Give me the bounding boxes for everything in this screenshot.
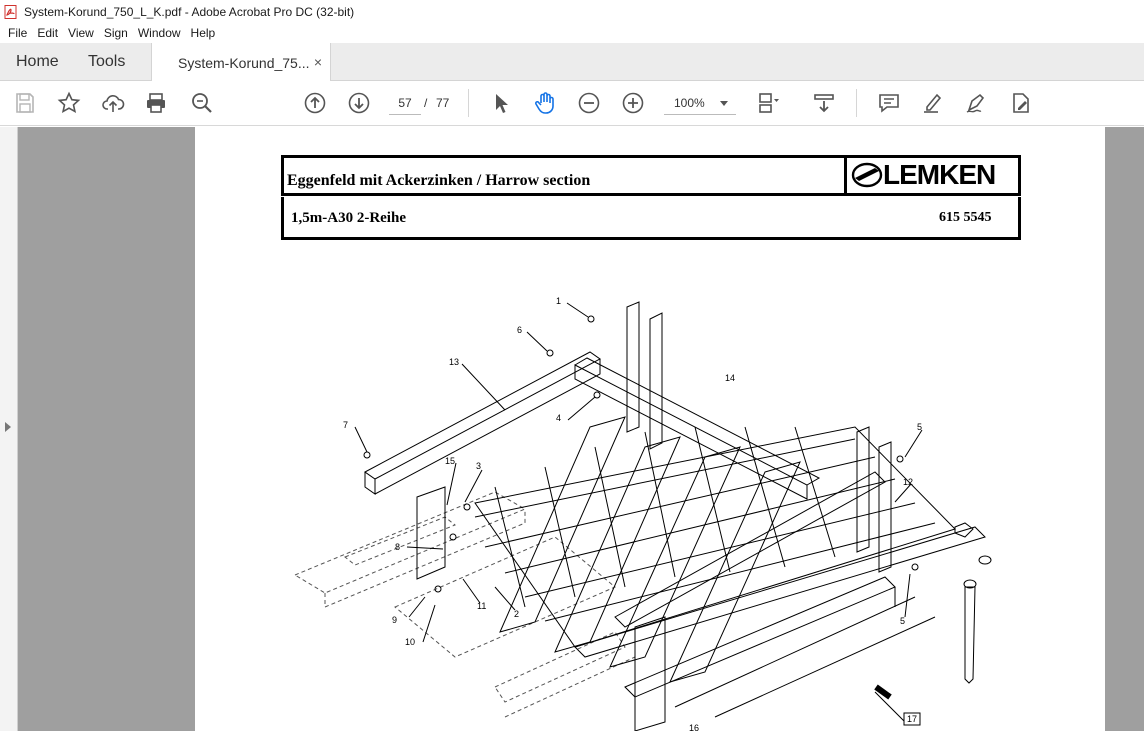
- comment-icon[interactable]: [877, 91, 901, 115]
- toolbar-divider: [856, 89, 857, 117]
- page-total: 77: [436, 96, 450, 110]
- upload-cloud-icon[interactable]: [101, 91, 125, 115]
- sign-pen-icon[interactable]: [964, 91, 988, 115]
- page-number-input[interactable]: 57: [389, 91, 421, 115]
- callout-14: 14: [725, 373, 735, 383]
- menu-bar: File Edit View Sign Window Help: [0, 23, 1144, 43]
- menu-view[interactable]: View: [63, 23, 99, 43]
- hand-tool-icon[interactable]: [533, 91, 557, 115]
- toolbar-divider: [468, 89, 469, 117]
- window-title: System-Korund_750_L_K.pdf - Adobe Acroba…: [24, 4, 355, 19]
- callout-11: 11: [477, 601, 486, 611]
- menu-help[interactable]: Help: [186, 23, 221, 43]
- save-icon[interactable]: [13, 91, 37, 115]
- tab-home[interactable]: Home: [16, 43, 59, 81]
- callout-7: 7: [343, 420, 348, 430]
- expand-panel-icon[interactable]: [5, 422, 11, 432]
- close-tab-icon[interactable]: ×: [314, 54, 322, 70]
- document-tab-label: System-Korund_75...: [178, 54, 310, 71]
- callout-10: 10: [405, 637, 415, 647]
- callout-3: 3: [476, 461, 481, 471]
- callout-1: 1: [556, 296, 561, 306]
- callout-6: 6: [517, 325, 522, 335]
- fill-sign-icon[interactable]: [1009, 91, 1033, 115]
- callout-13: 13: [449, 357, 459, 367]
- window-titlebar: System-Korund_750_L_K.pdf - Adobe Acroba…: [0, 0, 1144, 23]
- tab-bar: Home Tools System-Korund_75... ×: [0, 43, 1144, 82]
- scroll-mode-icon[interactable]: [812, 91, 836, 115]
- zoom-in-icon[interactable]: [621, 91, 645, 115]
- callout-12: 12: [903, 477, 913, 487]
- callout-5-top: 5: [917, 422, 922, 432]
- callout-16: 16: [689, 723, 699, 731]
- callout-5-bottom: 5: [900, 616, 905, 626]
- previous-page-icon[interactable]: [303, 91, 327, 115]
- callout-2: 2: [514, 609, 519, 619]
- left-nav-panel[interactable]: [0, 127, 18, 731]
- zoom-level-value: 100%: [674, 96, 705, 110]
- highlight-pen-icon[interactable]: [921, 91, 945, 115]
- menu-edit[interactable]: Edit: [32, 23, 63, 43]
- menu-window[interactable]: Window: [133, 23, 186, 43]
- tab-tools[interactable]: Tools: [88, 43, 125, 81]
- print-icon[interactable]: [144, 91, 168, 115]
- acrobat-pdf-icon: [4, 4, 17, 19]
- page-display-icon[interactable]: [756, 91, 780, 115]
- bookmark-star-icon[interactable]: [57, 91, 81, 115]
- harrow-section-drawing: 1 6 13 14 7 4 15 3 8 9 10 11 2 5 12 5 17…: [293, 296, 992, 731]
- main-toolbar: 57 / 77 100%: [0, 81, 1144, 126]
- callout-4: 4: [556, 413, 561, 423]
- menu-file[interactable]: File: [3, 23, 32, 43]
- callout-17: 17: [907, 714, 917, 724]
- document-viewer[interactable]: Eggenfeld mit Ackerzinken / Harrow secti…: [18, 127, 1144, 731]
- callout-9: 9: [392, 615, 397, 625]
- zoom-level-select[interactable]: 100%: [664, 91, 736, 115]
- tab-document[interactable]: System-Korund_75... ×: [151, 43, 331, 82]
- menu-sign[interactable]: Sign: [99, 23, 133, 43]
- zoom-out-icon[interactable]: [577, 91, 601, 115]
- next-page-icon[interactable]: [347, 91, 371, 115]
- page-separator: /: [424, 96, 428, 110]
- callout-8: 8: [395, 542, 400, 552]
- zoom-search-icon[interactable]: [190, 91, 214, 115]
- select-cursor-icon[interactable]: [489, 91, 513, 115]
- callout-15: 15: [445, 456, 455, 466]
- chevron-down-icon: [720, 101, 728, 106]
- pdf-page: Eggenfeld mit Ackerzinken / Harrow secti…: [195, 127, 1105, 731]
